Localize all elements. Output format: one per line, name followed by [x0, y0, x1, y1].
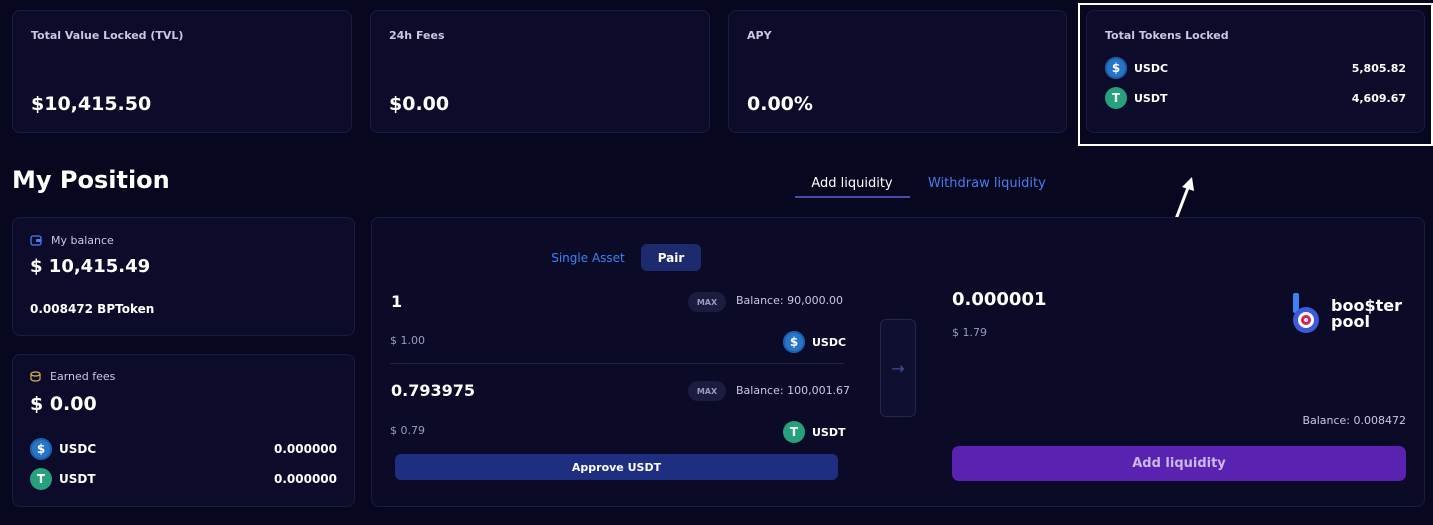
amount-input-usdc[interactable]: 1 [391, 292, 402, 311]
usdt-icon: T [30, 468, 52, 490]
add-liquidity-button[interactable]: Add liquidity [952, 446, 1406, 481]
active-tab-underline [795, 196, 910, 198]
output-usd-value: $ 1.79 [952, 326, 987, 339]
fees-label: 24h Fees [389, 29, 445, 42]
balance-usdt: Balance: 100,001.67 [736, 384, 851, 397]
approve-usdt-button[interactable]: Approve USDT [395, 454, 838, 480]
bptoken-amount: 0.008472 BPToken [30, 302, 155, 316]
tab-withdraw-liquidity[interactable]: Withdraw liquidity [928, 176, 1046, 191]
coins-icon [30, 371, 41, 382]
usdc-icon: $ [783, 331, 805, 353]
output-amount: 0.000001 [952, 289, 1047, 310]
token-name: USDT [812, 425, 846, 439]
asset-selector-usdc[interactable]: $ USDC [783, 331, 846, 353]
fees-card: 24h Fees $0.00 [370, 10, 710, 133]
annotation-arrow-up-icon [1174, 177, 1194, 220]
balance-label: My balance [51, 234, 114, 247]
amount-input-usdt[interactable]: 0.793975 [391, 381, 475, 400]
usd-value-usdc: $ 1.00 [390, 334, 425, 347]
balance-card: My balance $ 10,415.49 0.008472 BPToken [12, 217, 355, 336]
mode-single-asset[interactable]: Single Asset [545, 246, 631, 270]
token-name: USDT [59, 472, 96, 486]
arrow-right-icon: → [880, 319, 916, 417]
token-amount: 0.000000 [273, 442, 337, 456]
token-amount: 0.000000 [273, 472, 337, 486]
earned-fees-card: Earned fees $ 0.00 $ USDC 0.000000 T USD… [12, 354, 355, 507]
balance-usdc: Balance: 90,000.00 [736, 294, 844, 307]
earned-label: Earned fees [50, 370, 116, 383]
max-button-usdc[interactable]: MAX [688, 292, 726, 312]
tab-add-liquidity[interactable]: Add liquidity [795, 176, 909, 191]
booster-pool-logo: boo$ter pool [1289, 293, 1402, 335]
usdt-icon: T [783, 421, 805, 443]
earned-row-usdt: T USDT 0.000000 [30, 468, 337, 490]
asset-selector-usdt[interactable]: T USDT [783, 421, 846, 443]
output-balance: Balance: 0.008472 [1302, 414, 1406, 427]
token-name: USDC [59, 442, 97, 456]
earned-value: $ 0.00 [30, 393, 97, 415]
apy-label: APY [747, 29, 772, 42]
logo-text-line2: pool [1331, 312, 1370, 331]
balance-value: $ 10,415.49 [30, 256, 151, 277]
wallet-icon [30, 235, 42, 246]
earned-row-usdc: $ USDC 0.000000 [30, 438, 337, 460]
input-divider [390, 363, 844, 364]
fees-value: $0.00 [389, 93, 450, 115]
earned-header: Earned fees [30, 370, 115, 383]
page-title: My Position [12, 166, 170, 194]
apy-value: 0.00% [747, 93, 813, 115]
usd-value-usdt: $ 0.79 [390, 424, 425, 437]
balance-header: My balance [30, 234, 114, 247]
apy-card: APY 0.00% [728, 10, 1067, 133]
max-button-usdt[interactable]: MAX [688, 381, 726, 401]
highlight-box [1078, 3, 1433, 146]
booster-logo-icon [1293, 293, 1319, 333]
tvl-card: Total Value Locked (TVL) $10,415.50 [12, 10, 352, 133]
usdc-icon: $ [30, 438, 52, 460]
tvl-label: Total Value Locked (TVL) [31, 29, 184, 42]
mode-pair[interactable]: Pair [641, 244, 701, 271]
tvl-value: $10,415.50 [31, 93, 152, 115]
token-name: USDC [812, 335, 847, 349]
